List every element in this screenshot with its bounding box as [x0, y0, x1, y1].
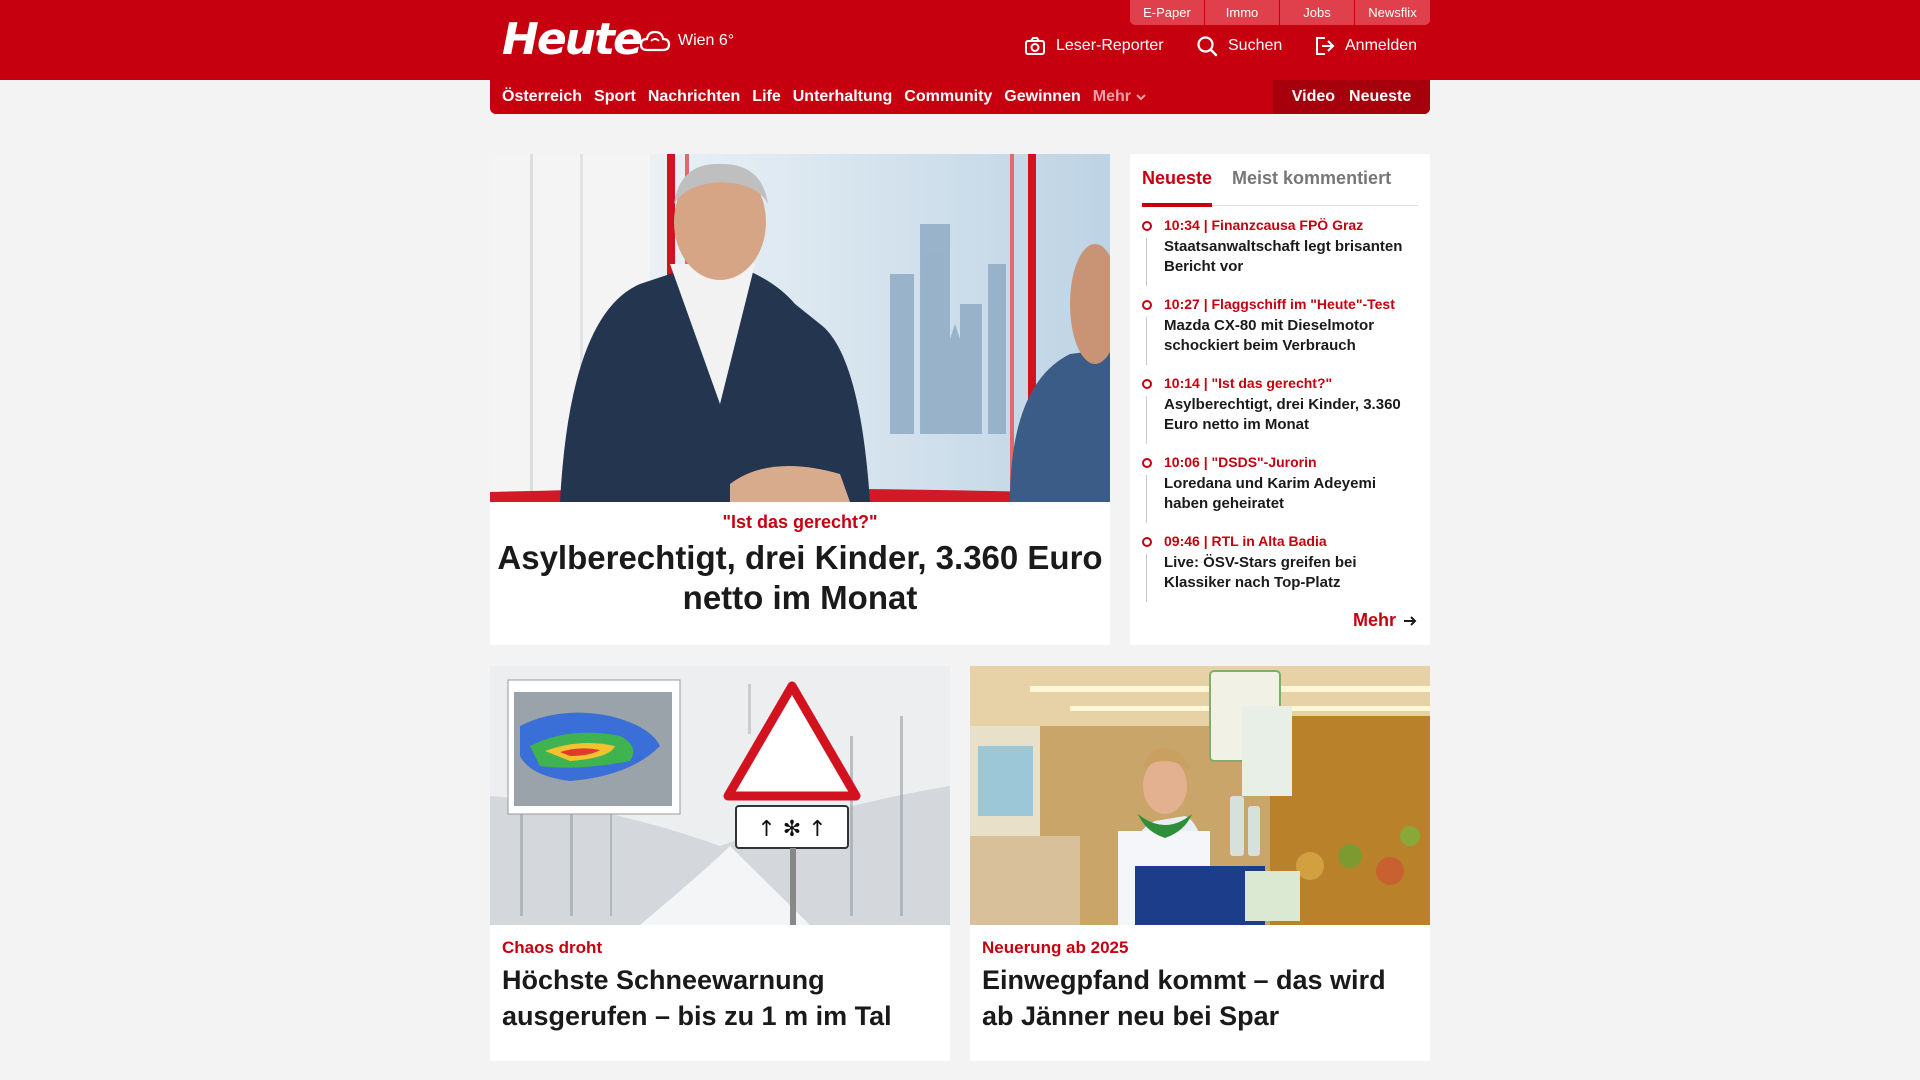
site-header: Heute Wien 6° E-Paper Immo Jobs Newsflix…	[0, 0, 1920, 80]
site-logo[interactable]: Heute	[502, 14, 643, 65]
list-item[interactable]: 10:06 | "DSDS"-Jurorin Loredana und Kari…	[1142, 453, 1418, 532]
item-title[interactable]: Staatsanwaltschaft legt brisanten Berich…	[1164, 237, 1418, 277]
card-title[interactable]: Höchste Schneewarnung ausgerufen – bis z…	[502, 962, 942, 1034]
hero-kicker: "Ist das gerecht?"	[722, 512, 878, 532]
item-meta: 10:06 | "DSDS"-Jurorin	[1164, 454, 1317, 470]
timeline-line	[1146, 554, 1147, 602]
weather-label: Wien 6°	[678, 32, 735, 49]
news-timeline: 10:34 | Finanzcausa FPÖ Graz Staatsanwal…	[1142, 216, 1418, 611]
camera-icon	[1025, 37, 1045, 55]
tab-epaper[interactable]: E-Paper	[1130, 0, 1205, 25]
sidebar-more-label: Mehr	[1352, 610, 1396, 630]
nav-more-menu[interactable]: Mehr	[1093, 88, 1147, 106]
timeline-dot	[1142, 379, 1152, 389]
item-title[interactable]: Live: ÖSV-Stars greifen bei Klassiker na…	[1164, 553, 1418, 593]
nav-latest-link[interactable]: Neueste	[1349, 88, 1411, 106]
nav-item-nachrichten[interactable]: Nachrichten	[648, 88, 740, 106]
nav-video-link[interactable]: Video	[1292, 88, 1335, 106]
tab-newsflix[interactable]: Newsflix	[1355, 0, 1430, 25]
svg-text:↑ ✻ ↑: ↑ ✻ ↑	[757, 817, 826, 842]
list-item[interactable]: 10:34 | Finanzcausa FPÖ Graz Staatsanwal…	[1142, 216, 1418, 295]
card-image-snow[interactable]: ↑ ✻ ↑	[490, 666, 950, 925]
search-icon	[1197, 36, 1218, 57]
tab-immo[interactable]: Immo	[1205, 0, 1280, 25]
hero-image[interactable]	[490, 154, 1110, 502]
nav-item-unterhaltung[interactable]: Unterhaltung	[793, 88, 893, 106]
tab-jobs[interactable]: Jobs	[1280, 0, 1355, 25]
article-card-pfand[interactable]: Neuerung ab 2025 Einwegpfand kommt – das…	[970, 666, 1430, 1061]
chevron-down-icon	[1136, 94, 1146, 101]
nav-item-community[interactable]: Community	[904, 88, 992, 106]
nav-item-oesterreich[interactable]: Österreich	[502, 88, 582, 106]
item-meta: 09:46 | RTL in Alta Badia	[1164, 533, 1327, 549]
latest-news-sidebar: Neueste Meist kommentiert 10:34 | Finanz…	[1130, 154, 1430, 645]
arrow-right-icon	[1404, 615, 1417, 626]
timeline-line	[1146, 238, 1147, 286]
article-card-snow[interactable]: ↑ ✻ ↑ Chaos droht Höchste Schneewarnung …	[490, 666, 950, 1061]
timeline-dot	[1142, 221, 1152, 231]
nav-right-group: Video Neueste	[1273, 80, 1430, 114]
nav-item-sport[interactable]: Sport	[594, 88, 636, 106]
item-title[interactable]: Asylberechtigt, drei Kinder, 3.360 Euro …	[1164, 395, 1418, 435]
timeline-dot	[1142, 458, 1152, 468]
item-meta: 10:34 | Finanzcausa FPÖ Graz	[1164, 217, 1364, 233]
main-nav: Österreich Sport Nachrichten Life Unterh…	[490, 80, 1430, 114]
timeline-line	[1146, 317, 1147, 365]
nav-item-gewinnen[interactable]: Gewinnen	[1004, 88, 1080, 106]
list-item[interactable]: 10:14 | "Ist das gerecht?" Asylberechtig…	[1142, 374, 1418, 453]
tab-neueste[interactable]: Neueste	[1142, 162, 1213, 207]
tab-meist-kommentiert[interactable]: Meist kommentiert	[1232, 162, 1391, 206]
sidebar-tabs: Neueste Meist kommentiert	[1142, 162, 1418, 207]
login-button[interactable]: Anmelden	[1313, 35, 1417, 57]
card-image-pfand[interactable]	[970, 666, 1430, 925]
card-kicker: Neuerung ab 2025	[982, 938, 1129, 957]
timeline-line	[1146, 396, 1147, 444]
login-label: Anmelden	[1345, 37, 1418, 54]
weather-widget[interactable]: Wien 6°	[638, 26, 734, 56]
item-title[interactable]: Loredana und Karim Adeyemi haben geheira…	[1164, 474, 1418, 514]
search-label: Suchen	[1228, 37, 1283, 54]
nav-more-label: Mehr	[1092, 88, 1131, 105]
card-kicker: Chaos droht	[502, 938, 603, 957]
service-tabs: E-Paper Immo Jobs Newsflix	[1130, 0, 1430, 25]
timeline-dot	[1142, 300, 1152, 310]
reporter-button[interactable]: Leser-Reporter	[1024, 35, 1164, 57]
nav-item-life[interactable]: Life	[752, 88, 780, 106]
list-item[interactable]: 09:46 | RTL in Alta Badia Live: ÖSV-Star…	[1142, 532, 1418, 611]
card-title[interactable]: Einwegpfand kommt – das wird ab Jänner n…	[982, 962, 1422, 1034]
cloud-icon	[639, 30, 671, 52]
item-title[interactable]: Mazda CX-80 mit Dieselmotor schockiert b…	[1164, 316, 1418, 356]
list-item[interactable]: 10:27 | Flaggschiff im "Heute"-Test Mazd…	[1142, 295, 1418, 374]
reporter-label: Leser-Reporter	[1056, 37, 1164, 54]
item-meta: 10:27 | Flaggschiff im "Heute"-Test	[1164, 296, 1395, 312]
item-meta: 10:14 | "Ist das gerecht?"	[1164, 375, 1333, 391]
sidebar-more-link[interactable]: Mehr	[1353, 610, 1418, 631]
login-icon	[1316, 37, 1335, 55]
search-button[interactable]: Suchen	[1196, 35, 1282, 57]
timeline-line	[1146, 475, 1147, 523]
timeline-dot	[1142, 537, 1152, 547]
hero-title[interactable]: Asylberechtigt, drei Kinder, 3.360 Euro …	[490, 538, 1110, 618]
hero-article[interactable]: "Ist das gerecht?" Asylberechtigt, drei …	[490, 154, 1110, 645]
